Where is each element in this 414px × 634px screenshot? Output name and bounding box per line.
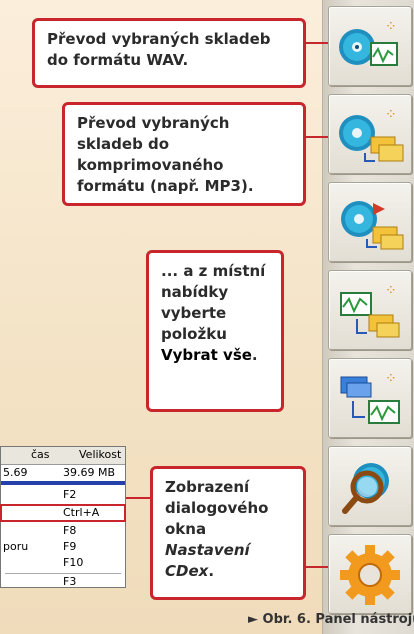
connector-line-wav — [304, 42, 328, 44]
list-row[interactable]: 5.69 39.69 MB — [1, 465, 125, 481]
menu-item[interactable]: F3 — [1, 575, 125, 588]
menu-separator — [5, 573, 121, 574]
callout-settings-suffix: . — [208, 562, 215, 580]
callout-settings: Zobrazení dialogového okna Nastavení CDe… — [150, 466, 306, 600]
cd-to-compressed-icon: ⁘ — [339, 107, 404, 162]
toolbar-button-settings[interactable] — [328, 534, 412, 614]
compressed-to-wav-icon: ⁘ — [340, 371, 400, 424]
column-header-size[interactable]: Velikost — [79, 448, 121, 461]
menu-item-shortcut: F3 — [63, 575, 77, 588]
row-size: 39.69 MB — [63, 466, 116, 479]
menu-item-label: poru — [3, 540, 29, 553]
menu-item[interactable]: F2 — [1, 487, 125, 503]
toolbar-button-search-disc[interactable] — [328, 446, 412, 526]
svg-text:⁘: ⁘ — [385, 107, 397, 123]
wav-to-compressed-icon: ⁘ — [340, 283, 400, 338]
callout-select-all-suffix: . — [251, 346, 258, 364]
menu-item-shortcut: F9 — [63, 540, 77, 553]
svg-text:⁘: ⁘ — [385, 19, 397, 35]
svg-text:⁘: ⁘ — [385, 371, 397, 387]
callout-select-all: ... a z místní nabídky vyberte položku V… — [146, 250, 284, 412]
toolbar-button-compressed-to-wav[interactable]: ⁘ — [328, 358, 412, 438]
connector-line-compressed — [304, 136, 328, 138]
selected-row-strip — [1, 481, 125, 485]
connector-line-settings — [306, 566, 328, 568]
search-disc-icon — [342, 463, 389, 514]
menu-item-shortcut: Ctrl+A — [63, 506, 100, 519]
toolbar-button-cd-to-compressed[interactable]: ⁘ — [328, 94, 412, 174]
cd-to-wav-icon: ⁘ — [339, 19, 398, 66]
callout-select-all-prefix: ... a z místní nabídky vyberte položku — [161, 262, 266, 343]
row-time: 5.69 — [3, 466, 28, 479]
menu-item-shortcut: F10 — [63, 556, 84, 569]
menu-item[interactable]: F10 — [1, 555, 125, 571]
settings-gear-icon — [340, 545, 400, 605]
svg-text:⁘: ⁘ — [385, 283, 397, 299]
callout-compressed-text: Převod vybraných skladeb do komprimované… — [77, 114, 254, 195]
callout-settings-prefix: Zobrazení dialogového okna — [165, 478, 269, 538]
toolbar-button-wav-to-compressed[interactable]: ⁘ — [328, 270, 412, 350]
cd-to-folder-icon — [341, 201, 404, 250]
menu-item[interactable]: F8 — [1, 523, 125, 539]
toolbar-button-cd-to-wav[interactable]: ⁘ — [328, 6, 412, 86]
callout-compressed: Převod vybraných skladeb do komprimované… — [62, 102, 306, 206]
callout-wav: Převod vybraných skladeb do formátu WAV. — [32, 18, 306, 88]
column-header-time[interactable]: čas — [31, 448, 50, 461]
callout-select-all-item: Vybrat vše — [161, 346, 252, 364]
toolbar-panel: ⁘ ⁘ ⁘ ⁘ — [322, 0, 414, 634]
toolbar-button-cd-to-folder[interactable] — [328, 182, 412, 262]
callout-wav-text: Převod vybraných skladeb do formátu WAV. — [47, 30, 271, 69]
figure-caption: ► Obr. 6. Panel nástrojů. — [248, 612, 414, 627]
menu-item-shortcut: F2 — [63, 488, 77, 501]
connector-line-select-all — [124, 497, 152, 499]
menu-item-shortcut: F8 — [63, 524, 77, 537]
menu-item-select-all[interactable]: Ctrl+A — [0, 504, 126, 522]
menu-item[interactable]: poru F9 — [1, 539, 125, 555]
list-header: čas Velikost — [1, 447, 125, 465]
context-menu: čas Velikost 5.69 39.69 MB F2 Ctrl+A F8 … — [0, 446, 126, 588]
